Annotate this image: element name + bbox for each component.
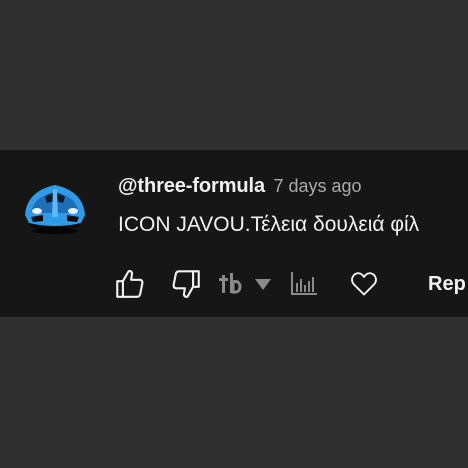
comment-author[interactable]: @three-formula <box>118 175 265 197</box>
dislike-button[interactable] <box>164 262 208 306</box>
page: @three-formula 7 days ago ICON JAVOU.Τέλ… <box>0 0 468 468</box>
avatar[interactable] <box>17 167 93 243</box>
stats-button[interactable] <box>286 262 322 306</box>
reply-button[interactable]: Rep <box>428 262 466 306</box>
comment-timestamp[interactable]: 7 days ago <box>273 176 361 196</box>
bar-chart-icon <box>291 272 317 295</box>
thumbs-up-icon <box>116 270 144 298</box>
blue-race-car-avatar-icon <box>17 167 93 243</box>
heart-icon <box>351 272 377 296</box>
extension-logo-button[interactable] <box>218 262 248 306</box>
thumbs-down-icon <box>172 270 200 298</box>
extension-dropdown-button[interactable] <box>250 262 276 306</box>
comment-header: @three-formula 7 days ago <box>118 171 362 203</box>
like-button[interactable] <box>108 262 152 306</box>
heart-button[interactable] <box>344 262 384 306</box>
comment-actions: Rep <box>0 262 468 306</box>
caret-down-icon <box>255 279 271 290</box>
tb-logo-icon <box>219 273 242 294</box>
comment-text: ICON JAVOU.Τέλεια δουλειά φίλ <box>118 213 420 236</box>
comment-card: @three-formula 7 days ago ICON JAVOU.Τέλ… <box>0 150 468 317</box>
